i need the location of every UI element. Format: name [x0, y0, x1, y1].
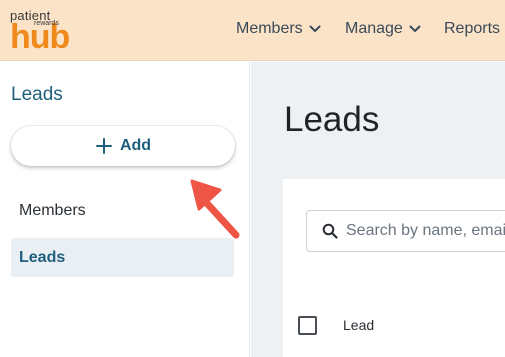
top-bar: patient hub rewards Members Manage Repor… — [0, 0, 505, 61]
nav-manage[interactable]: Manage — [345, 20, 421, 38]
nav-members-label: Members — [236, 20, 303, 37]
app-logo[interactable]: patient hub rewards — [10, 8, 72, 54]
logo-text-rewards: rewards — [34, 20, 59, 27]
red-arrow-icon — [190, 179, 240, 239]
chevron-down-icon — [309, 25, 321, 32]
sidebar-item-label: Leads — [19, 248, 66, 266]
chevron-down-icon — [409, 25, 421, 32]
nav-members[interactable]: Members — [236, 20, 321, 38]
add-button[interactable]: Add — [11, 126, 235, 166]
add-button-label: Add — [119, 137, 152, 154]
select-all-checkbox[interactable] — [298, 316, 317, 335]
page-title: Leads — [284, 100, 380, 139]
leads-card: Lead — [283, 179, 505, 357]
search-icon — [322, 223, 338, 239]
search-input[interactable] — [346, 222, 505, 240]
plus-icon — [95, 138, 112, 154]
main-content: Leads Lead — [251, 62, 505, 357]
nav-manage-label: Manage — [345, 20, 403, 37]
sidebar-title: Leads — [11, 84, 63, 105]
search-box[interactable] — [306, 210, 505, 252]
nav-reports-label: Reports — [444, 20, 501, 37]
sidebar-item-label: Members — [19, 201, 86, 219]
column-header-lead[interactable]: Lead — [343, 317, 374, 333]
table-header-row: Lead — [283, 307, 505, 347]
nav-reports[interactable]: Reports — [444, 20, 500, 38]
